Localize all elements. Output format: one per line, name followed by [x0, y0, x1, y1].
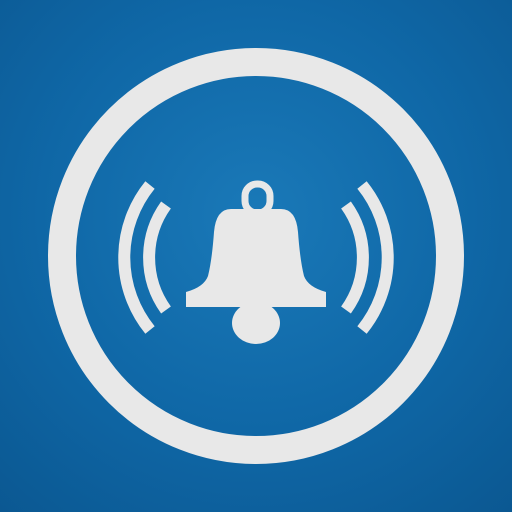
left-sound-waves-icon — [118, 181, 171, 334]
right-wave-inner — [341, 201, 369, 314]
icon-graphic — [48, 48, 464, 464]
bell-body — [186, 209, 326, 307]
bell-loop — [241, 180, 274, 217]
left-wave-inner — [143, 201, 171, 314]
app-icon — [0, 0, 512, 512]
bell-clapper — [232, 302, 280, 344]
right-sound-waves-icon — [341, 181, 394, 334]
bell-icon — [186, 180, 326, 344]
